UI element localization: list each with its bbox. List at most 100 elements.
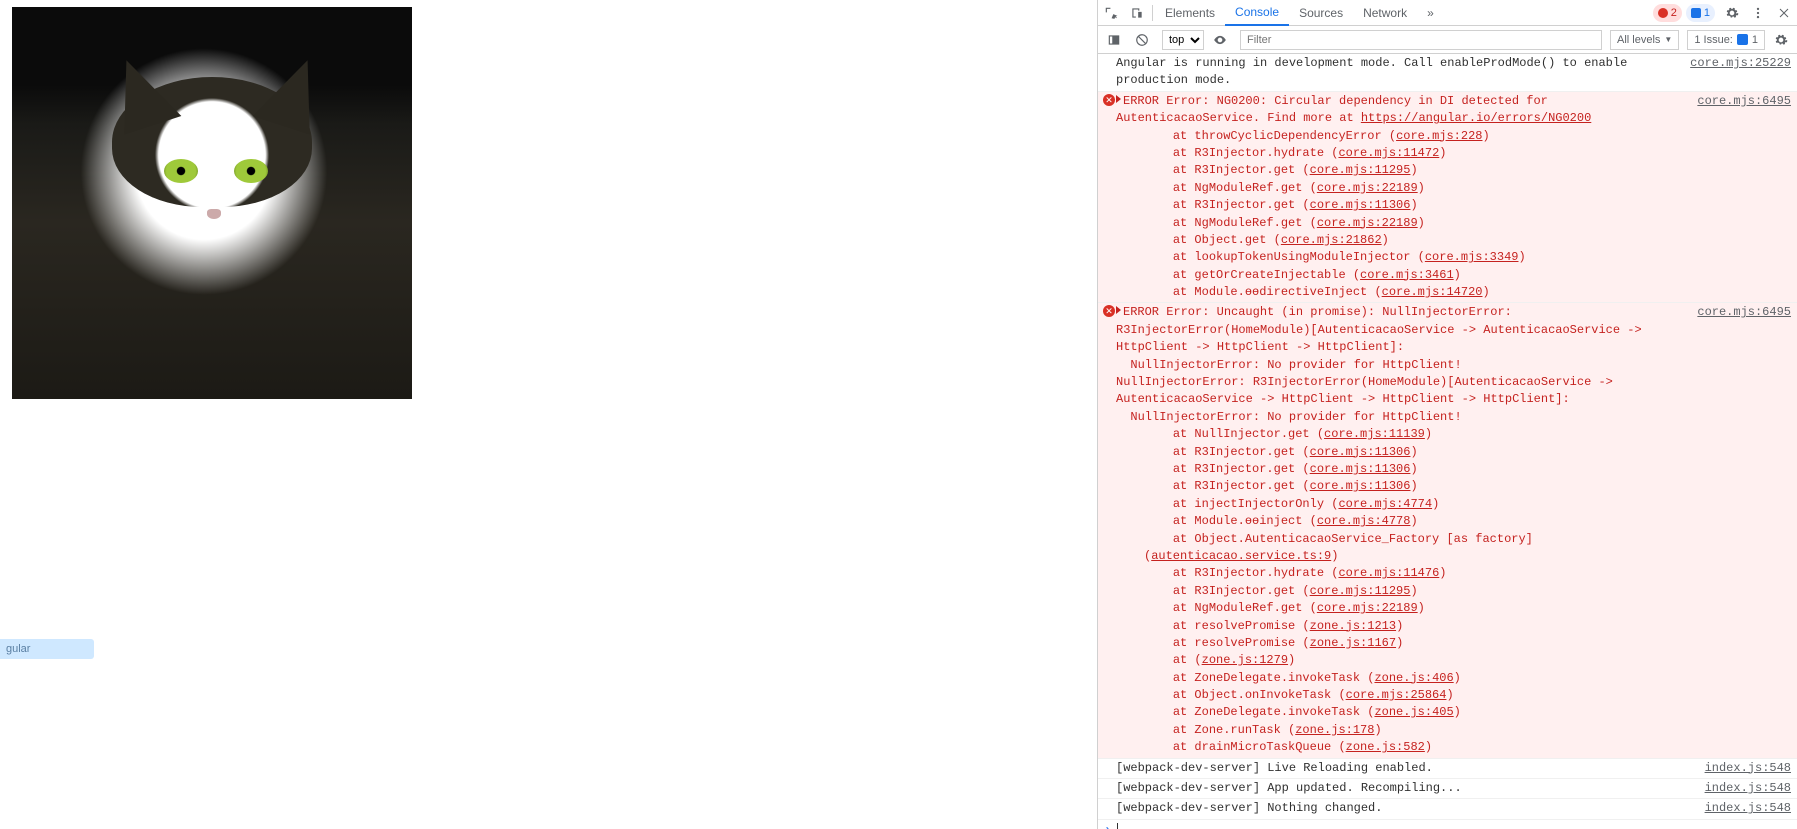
stack-source-link[interactable]: core.mjs:21862	[1281, 233, 1382, 247]
inspect-element-icon[interactable]	[1098, 0, 1124, 26]
stack-frame: at R3Injector.get (core.mjs:11306)	[1116, 197, 1689, 214]
stack-source-link[interactable]: core.mjs:4774	[1338, 497, 1432, 511]
message-text: ERROR Error: NG0200: Circular dependency…	[1116, 93, 1689, 302]
tab-network[interactable]: Network	[1353, 0, 1417, 26]
stack-source-link[interactable]: zone.js:1213	[1310, 619, 1396, 633]
issue-count: 1	[1704, 7, 1710, 19]
issues-button[interactable]: 1 Issue: 1	[1687, 30, 1765, 50]
stack-frame: at NgModuleRef.get (core.mjs:22189)	[1116, 215, 1689, 232]
tabs-overflow[interactable]: »	[1417, 0, 1444, 26]
stack-source-link[interactable]: core.mjs:11306	[1310, 462, 1411, 476]
source-cell: index.js:548	[1697, 780, 1791, 797]
tab-elements[interactable]: Elements	[1155, 0, 1225, 26]
status-indicator: gular	[0, 639, 94, 659]
message-text: Angular is running in development mode. …	[1116, 55, 1682, 90]
stack-source-link[interactable]: core.mjs:14720	[1382, 285, 1483, 299]
console-output[interactable]: Angular is running in development mode. …	[1098, 54, 1797, 829]
stack-frame: at lookupTokenUsingModuleInjector (core.…	[1116, 249, 1689, 266]
stack-source-link[interactable]: core.mjs:228	[1396, 129, 1482, 143]
stack-frame: at NgModuleRef.get (core.mjs:22189)	[1116, 180, 1689, 197]
stack-frame: at ZoneDelegate.invokeTask (zone.js:405)	[1116, 704, 1689, 721]
issue-dot-icon	[1691, 8, 1701, 18]
stack-source-link[interactable]: core.mjs:22189	[1317, 216, 1418, 230]
log-levels-label: All levels	[1617, 34, 1660, 46]
stack-source-link[interactable]: core.mjs:22189	[1317, 601, 1418, 615]
console-error-row[interactable]: ✕ERROR Error: NG0200: Circular dependenc…	[1098, 92, 1797, 304]
stack-source-link[interactable]: core.mjs:11476	[1338, 566, 1439, 580]
issue-count-badge[interactable]: 1	[1686, 4, 1715, 22]
console-error-row[interactable]: ✕ERROR Error: Uncaught (in promise): Nul…	[1098, 303, 1797, 758]
stack-frame: at Object.get (core.mjs:21862)	[1116, 232, 1689, 249]
source-link[interactable]: index.js:548	[1705, 801, 1791, 815]
expand-caret-icon[interactable]	[1116, 95, 1121, 103]
row-gutter: ✕	[1102, 304, 1116, 756]
source-link[interactable]: index.js:548	[1705, 761, 1791, 775]
stack-frame: at R3Injector.hydrate (core.mjs:11476)	[1116, 565, 1689, 582]
stack-source-link[interactable]: core.mjs:11306	[1310, 479, 1411, 493]
eye-icon[interactable]	[1208, 28, 1232, 52]
log-levels-dropdown[interactable]: All levels ▼	[1610, 30, 1679, 50]
source-link[interactable]: core.mjs:6495	[1697, 94, 1791, 108]
stack-frame: at Object.onInvokeTask (core.mjs:25864)	[1116, 687, 1689, 704]
stack-frame: at Object.AutenticacaoService_Factory [a…	[1116, 531, 1689, 566]
console-settings-icon[interactable]	[1769, 28, 1793, 52]
settings-icon[interactable]	[1719, 0, 1745, 26]
stack-frame: at drainMicroTaskQueue (zone.js:582)	[1116, 739, 1689, 756]
source-cell: index.js:548	[1697, 800, 1791, 817]
stack-frame: at injectInjectorOnly (core.mjs:4774)	[1116, 496, 1689, 513]
stack-source-link[interactable]: core.mjs:3461	[1360, 268, 1454, 282]
expand-caret-icon[interactable]	[1116, 306, 1121, 314]
context-selector[interactable]: top	[1162, 30, 1204, 50]
stack-source-link[interactable]: core.mjs:11472	[1338, 146, 1439, 160]
stack-source-link[interactable]: zone.js:1279	[1202, 653, 1288, 667]
stack-frame: at R3Injector.get (core.mjs:11306)	[1116, 461, 1689, 478]
source-link[interactable]: core.mjs:25229	[1690, 56, 1791, 70]
clear-console-icon[interactable]	[1130, 28, 1154, 52]
console-prompt[interactable]: ›	[1098, 820, 1797, 829]
source-link[interactable]: index.js:548	[1705, 781, 1791, 795]
stack-frame: at NgModuleRef.get (core.mjs:22189)	[1116, 600, 1689, 617]
kebab-menu-icon[interactable]	[1745, 0, 1771, 26]
doc-link[interactable]: https://angular.io/errors/NG0200	[1361, 111, 1591, 125]
source-cell: core.mjs:6495	[1689, 304, 1791, 756]
stack-frame: at NullInjector.get (core.mjs:11139)	[1116, 426, 1689, 443]
stack-frame: at R3Injector.get (core.mjs:11295)	[1116, 583, 1689, 600]
error-icon: ✕	[1103, 305, 1115, 317]
image-decoration	[207, 209, 221, 219]
stack-source-link[interactable]: core.mjs:25864	[1346, 688, 1447, 702]
image-decoration	[234, 159, 268, 183]
error-count-badge[interactable]: 2	[1653, 4, 1682, 22]
source-link[interactable]: core.mjs:6495	[1697, 305, 1791, 319]
message-text: ERROR Error: Uncaught (in promise): Null…	[1116, 304, 1689, 756]
stack-source-link[interactable]: zone.js:582	[1346, 740, 1425, 754]
console-log-row[interactable]: Angular is running in development mode. …	[1098, 54, 1797, 92]
issue-square-icon	[1737, 34, 1748, 45]
stack-source-link[interactable]: zone.js:405	[1374, 705, 1453, 719]
sidebar-toggle-icon[interactable]	[1102, 28, 1126, 52]
stack-source-link[interactable]: zone.js:1167	[1310, 636, 1396, 650]
image-decoration	[253, 49, 332, 134]
content-image	[12, 7, 412, 399]
stack-source-link[interactable]: core.mjs:11295	[1310, 163, 1411, 177]
stack-frame: at Module.ɵɵinject (core.mjs:4778)	[1116, 513, 1689, 530]
console-log-row[interactable]: [webpack-dev-server] Nothing changed.ind…	[1098, 799, 1797, 819]
console-log-row[interactable]: [webpack-dev-server] App updated. Recomp…	[1098, 779, 1797, 799]
device-toolbar-icon[interactable]	[1124, 0, 1150, 26]
stack-source-link[interactable]: zone.js:178	[1295, 723, 1374, 737]
stack-frame: at Module.ɵɵdirectiveInject (core.mjs:14…	[1116, 284, 1689, 301]
stack-source-link[interactable]: core.mjs:4778	[1317, 514, 1411, 528]
stack-source-link[interactable]: core.mjs:11306	[1310, 198, 1411, 212]
stack-source-link[interactable]: core.mjs:3349	[1425, 250, 1519, 264]
stack-source-link[interactable]: core.mjs:22189	[1317, 181, 1418, 195]
row-gutter: ✕	[1102, 93, 1116, 302]
stack-source-link[interactable]: core.mjs:11295	[1310, 584, 1411, 598]
tab-sources[interactable]: Sources	[1289, 0, 1353, 26]
stack-source-link[interactable]: core.mjs:11306	[1310, 445, 1411, 459]
console-log-row[interactable]: [webpack-dev-server] Live Reloading enab…	[1098, 759, 1797, 779]
stack-source-link[interactable]: zone.js:406	[1374, 671, 1453, 685]
tab-console[interactable]: Console	[1225, 0, 1289, 26]
stack-source-link[interactable]: core.mjs:11139	[1324, 427, 1425, 441]
stack-source-link[interactable]: autenticacao.service.ts:9	[1151, 549, 1331, 563]
close-devtools-icon[interactable]	[1771, 0, 1797, 26]
filter-input[interactable]	[1240, 30, 1602, 50]
